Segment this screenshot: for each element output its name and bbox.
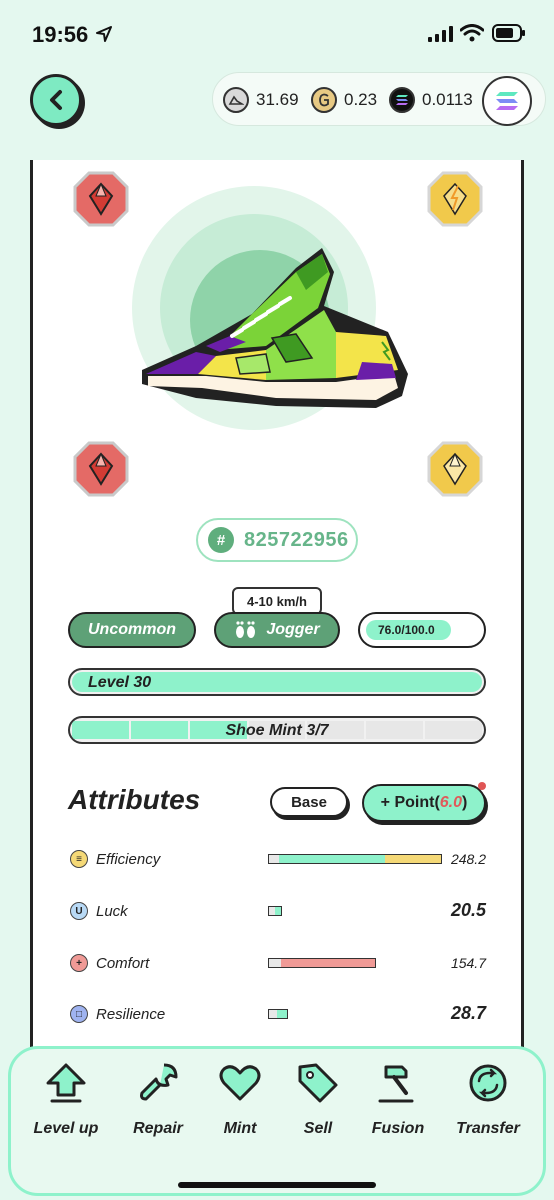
gmt-coin-icon	[311, 87, 337, 113]
attribute-value: 20.5	[450, 900, 486, 920]
fusion-button[interactable]: Fusion	[358, 1060, 438, 1138]
level-up-button[interactable]: Level up	[26, 1060, 106, 1138]
sneaker-id-badge: # 825722956	[196, 518, 358, 562]
attribute-row-efficiency: ≡ Efficiency 248.2	[68, 848, 488, 872]
sneaker-image	[142, 248, 408, 408]
rarity-badge: Uncommon	[68, 612, 196, 648]
attributes-title: Attributes	[68, 784, 201, 815]
gem-socket-efficiency-top-right[interactable]	[426, 170, 484, 228]
attribute-name: Efficiency	[96, 851, 161, 868]
attribute-bar	[268, 854, 442, 864]
home-indicator[interactable]	[178, 1182, 376, 1188]
repair-button[interactable]: Repair	[118, 1060, 198, 1138]
attribute-bar	[268, 1009, 288, 1019]
rarity-label: Uncommon	[88, 621, 176, 638]
level-bar: Level 30	[68, 668, 486, 696]
base-toggle-button[interactable]: Base	[270, 787, 348, 817]
add-point-close: )	[462, 794, 468, 811]
heart-icon	[219, 1065, 261, 1101]
sell-button[interactable]: Sell	[278, 1060, 358, 1138]
sneaker-type-badge[interactable]: Jogger	[214, 612, 340, 648]
location-arrow-icon	[96, 26, 112, 42]
attribute-row-luck: U Luck 20.5	[68, 900, 488, 924]
attribute-value: 154.7	[450, 955, 486, 971]
wifi-icon	[460, 24, 484, 42]
sneaker-type-label: Jogger	[266, 621, 320, 638]
transfer-button[interactable]: Transfer	[448, 1060, 528, 1138]
gst-balance-value: 31.69	[256, 90, 299, 109]
status-bar: 19:56	[0, 0, 554, 60]
gmt-balance-value: 0.23	[344, 90, 378, 109]
level-label: Level 30	[88, 674, 152, 691]
attribute-name: Comfort	[96, 955, 150, 972]
durability-value: 76.0/100.0	[378, 623, 435, 637]
status-time: 19:56	[32, 22, 89, 47]
notification-dot	[478, 782, 486, 790]
action-label: Transfer	[456, 1120, 520, 1137]
hammer-icon	[378, 1065, 414, 1103]
add-point-button[interactable]: + Point(6.0)	[362, 784, 486, 822]
action-label: Sell	[303, 1120, 333, 1137]
attribute-name: Resilience	[96, 1006, 166, 1023]
gst-balance: 31.69	[223, 87, 299, 113]
cellular-signal-icon	[428, 26, 453, 42]
battery-icon	[492, 24, 525, 42]
level-up-icon	[46, 1063, 86, 1103]
shoe-mint-bar: Shoe Mint 3/7	[68, 716, 486, 744]
add-point-label: + Point(	[380, 794, 440, 811]
sol-coin-icon	[389, 87, 415, 113]
hash-icon: #	[208, 527, 234, 553]
attribute-value: 248.2	[450, 851, 486, 867]
back-button[interactable]	[30, 74, 82, 126]
solana-logo-icon	[496, 92, 518, 110]
efficiency-icon: ≡	[70, 850, 88, 868]
gst-coin-icon	[223, 87, 249, 113]
gmt-balance: 0.23	[311, 87, 377, 113]
mint-button[interactable]: Mint	[200, 1060, 280, 1138]
footprints-icon	[236, 621, 256, 638]
attribute-value: 28.7	[450, 1003, 486, 1023]
attribute-row-comfort: + Comfort 154.7	[68, 952, 488, 976]
wrench-icon	[140, 1063, 178, 1101]
attribute-bar	[268, 906, 282, 916]
gem-socket-efficiency-bottom-right[interactable]	[426, 440, 484, 498]
transfer-icon	[469, 1064, 507, 1102]
resilience-icon: □	[70, 1005, 88, 1023]
luck-icon: U	[70, 902, 88, 920]
tag-icon	[298, 1063, 338, 1103]
action-label: Level up	[33, 1120, 99, 1137]
shoe-mint-label: Shoe Mint 3/7	[225, 722, 329, 739]
sol-balance-value: 0.0113	[422, 90, 473, 109]
comfort-icon: +	[70, 954, 88, 972]
speed-range-tooltip: 4-10 km/h	[232, 587, 322, 615]
durability-fill: 76.0/100.0	[366, 620, 451, 640]
available-points-value: 6.0	[439, 794, 463, 811]
chevron-left-icon	[50, 90, 62, 110]
action-label: Repair	[133, 1120, 183, 1137]
sneaker-id: 825722956	[244, 528, 349, 551]
attribute-bar	[268, 958, 376, 968]
attribute-row-resilience: □ Resilience 28.7	[68, 1003, 488, 1027]
action-label: Fusion	[371, 1120, 425, 1137]
gem-socket-comfort-bottom-left[interactable]	[72, 440, 130, 498]
wallet-chain-button[interactable]	[482, 76, 532, 126]
attribute-name: Luck	[96, 903, 128, 920]
action-label: Mint	[223, 1120, 257, 1137]
sol-balance: 0.0113	[389, 87, 473, 113]
durability-meter: 76.0/100.0	[358, 612, 486, 648]
gem-socket-comfort-top-left[interactable]	[72, 170, 130, 228]
